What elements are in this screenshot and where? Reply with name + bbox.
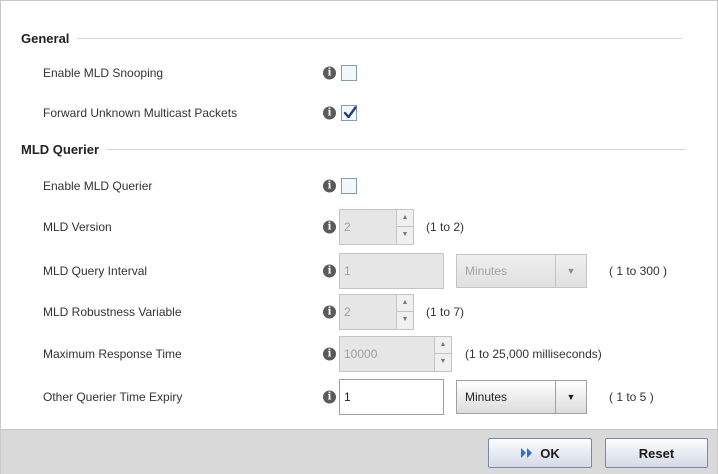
stepper-arrows: ▲ ▼ bbox=[396, 295, 413, 329]
mld-version-range: (1 to 2) bbox=[426, 220, 465, 234]
mld-robustness-range: (1 to 7) bbox=[426, 305, 465, 319]
chevron-down-icon[interactable]: ▼ bbox=[555, 381, 586, 413]
mld-query-interval-range: ( 1 to 300 ) bbox=[609, 264, 668, 278]
max-response-value: 10000 bbox=[344, 347, 378, 361]
mld-robustness-label: MLD Robustness Variable bbox=[43, 305, 182, 319]
stepper-down-icon[interactable]: ▼ bbox=[397, 312, 413, 328]
mld-robustness-stepper[interactable]: 2 ▲ ▼ bbox=[339, 294, 414, 330]
reset-button-label: Reset bbox=[638, 445, 675, 461]
section-title-mld-querier: MLD Querier bbox=[21, 142, 100, 157]
row-other-querier-time-expiry: Other Querier Time Expiry i 1 Minutes ▼ … bbox=[1, 379, 718, 415]
ok-button[interactable]: OK bbox=[488, 438, 592, 468]
section-header-general: General bbox=[21, 31, 683, 46]
enable-mld-querier-checkbox[interactable] bbox=[341, 178, 357, 194]
row-mld-query-interval: MLD Query Interval i 1 Minutes ▼ ( 1 to … bbox=[1, 253, 718, 289]
mld-query-interval-input[interactable]: 1 bbox=[339, 253, 444, 289]
enable-mld-querier-label: Enable MLD Querier bbox=[43, 179, 153, 193]
info-icon[interactable]: i bbox=[323, 305, 336, 319]
section-header-mld-querier: MLD Querier bbox=[21, 142, 686, 157]
info-icon[interactable]: i bbox=[323, 106, 336, 120]
mld-version-value: 2 bbox=[344, 220, 351, 234]
row-mld-version: MLD Version i 2 ▲ ▼ (1 to 2) bbox=[1, 209, 718, 245]
info-icon[interactable]: i bbox=[323, 66, 336, 80]
mld-query-interval-label: MLD Query Interval bbox=[43, 264, 148, 278]
ok-button-label: OK bbox=[540, 445, 560, 461]
info-icon[interactable]: i bbox=[323, 179, 336, 193]
row-mld-robustness-variable: MLD Robustness Variable i 2 ▲ ▼ (1 to 7) bbox=[1, 294, 718, 330]
stepper-down-icon[interactable]: ▼ bbox=[397, 227, 413, 243]
stepper-arrows: ▲ ▼ bbox=[434, 337, 451, 371]
mld-robustness-value: 2 bbox=[344, 305, 351, 319]
stepper-up-icon[interactable]: ▲ bbox=[397, 210, 413, 227]
stepper-up-icon[interactable]: ▲ bbox=[435, 337, 451, 354]
max-response-range: (1 to 25,000 milliseconds) bbox=[465, 347, 602, 361]
enable-mld-snooping-label: Enable MLD Snooping bbox=[43, 66, 164, 80]
mld-query-interval-value: 1 bbox=[344, 264, 351, 278]
row-enable-mld-snooping: Enable MLD Snooping i bbox=[1, 58, 718, 88]
mld-query-interval-unit-select[interactable]: Minutes ▼ bbox=[456, 254, 587, 288]
other-querier-label: Other Querier Time Expiry bbox=[43, 390, 183, 404]
reset-button[interactable]: Reset bbox=[605, 438, 708, 468]
info-icon[interactable]: i bbox=[323, 347, 336, 361]
max-response-stepper[interactable]: 10000 ▲ ▼ bbox=[339, 336, 452, 372]
section-divider bbox=[107, 149, 686, 150]
section-title-general: General bbox=[21, 31, 70, 46]
info-icon[interactable]: i bbox=[323, 390, 336, 404]
row-enable-mld-querier: Enable MLD Querier i bbox=[1, 171, 718, 201]
info-icon[interactable]: i bbox=[323, 220, 336, 234]
other-querier-range: ( 1 to 5 ) bbox=[609, 390, 654, 404]
enable-mld-snooping-checkbox[interactable] bbox=[341, 65, 357, 81]
row-maximum-response-time: Maximum Response Time i 10000 ▲ ▼ (1 to … bbox=[1, 336, 718, 372]
stepper-arrows: ▲ ▼ bbox=[396, 210, 413, 244]
chevron-down-icon[interactable]: ▼ bbox=[555, 255, 586, 287]
row-forward-unknown-multicast: Forward Unknown Multicast Packets i bbox=[1, 98, 718, 128]
section-divider bbox=[77, 38, 683, 39]
other-querier-unit-value: Minutes bbox=[465, 390, 508, 404]
mld-query-interval-unit-value: Minutes bbox=[465, 264, 508, 278]
other-querier-input[interactable]: 1 bbox=[339, 379, 444, 415]
button-bar: OK Reset bbox=[1, 429, 717, 474]
mld-version-label: MLD Version bbox=[43, 220, 112, 234]
play-double-icon bbox=[520, 447, 534, 459]
stepper-up-icon[interactable]: ▲ bbox=[397, 295, 413, 312]
max-response-label: Maximum Response Time bbox=[43, 347, 182, 361]
mld-settings-panel: General Enable MLD Snooping i Forward Un… bbox=[0, 0, 718, 474]
checkmark-icon bbox=[343, 106, 357, 119]
forward-unknown-multicast-checkbox[interactable] bbox=[341, 105, 357, 121]
other-querier-value: 1 bbox=[344, 390, 351, 404]
forward-unknown-multicast-label: Forward Unknown Multicast Packets bbox=[43, 106, 238, 120]
stepper-down-icon[interactable]: ▼ bbox=[435, 354, 451, 370]
mld-version-stepper[interactable]: 2 ▲ ▼ bbox=[339, 209, 414, 245]
other-querier-unit-select[interactable]: Minutes ▼ bbox=[456, 380, 587, 414]
info-icon[interactable]: i bbox=[323, 264, 336, 278]
